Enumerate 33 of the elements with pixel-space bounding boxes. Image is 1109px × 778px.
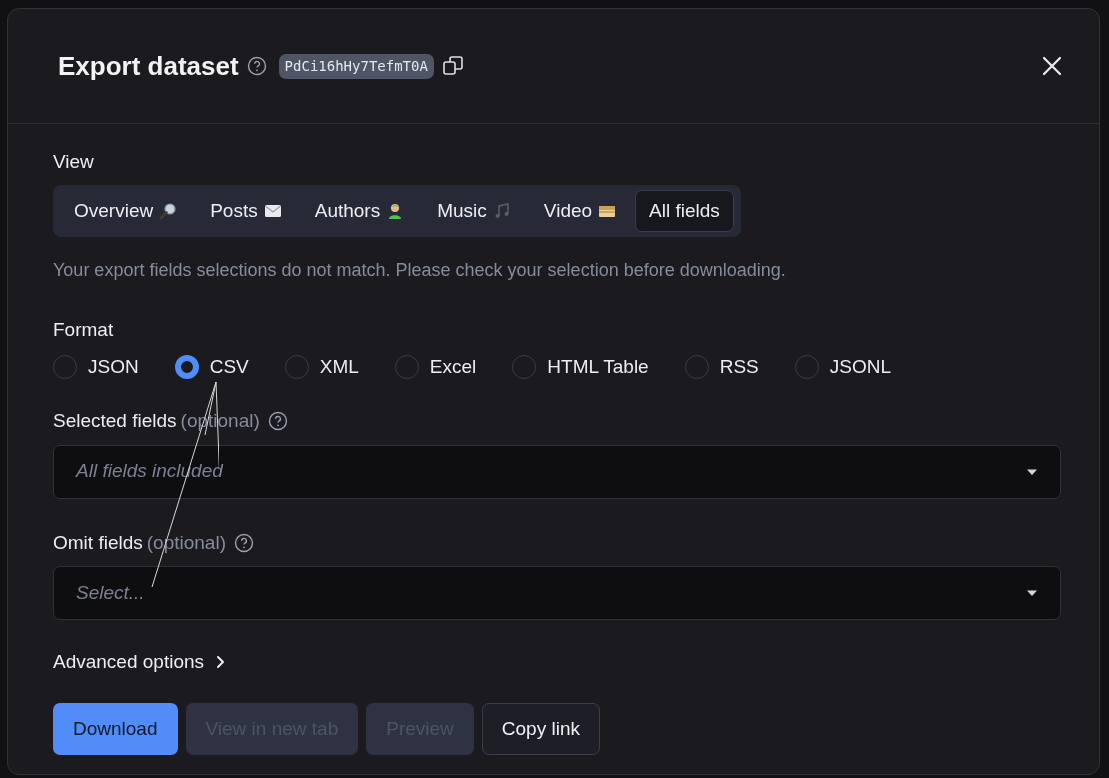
format-radio-option[interactable]: XML <box>284 352 359 381</box>
dataset-id-badge: PdCi16hHy7TefmT0A <box>278 53 434 79</box>
magnifier-icon <box>158 201 179 220</box>
dialog-title: Export dataset <box>58 49 239 83</box>
format-radio-option[interactable]: Excel <box>394 352 477 381</box>
view-tab[interactable]: Video <box>529 189 632 232</box>
help-icon[interactable] <box>267 411 288 432</box>
format-radio-option[interactable]: HTML Table <box>512 352 649 381</box>
view-tab[interactable]: Authors <box>300 189 420 232</box>
radio-button[interactable] <box>174 354 199 379</box>
view-tab[interactable]: All fields <box>635 189 734 232</box>
select-field[interactable]: Select... <box>53 566 1061 620</box>
help-icon[interactable] <box>246 56 267 76</box>
format-radio-option[interactable]: RSS <box>684 352 759 381</box>
format-radio-option[interactable]: CSV <box>174 352 249 381</box>
dropdown-caret-icon <box>1026 467 1038 476</box>
action-button[interactable]: Download <box>53 702 178 755</box>
help-icon[interactable] <box>233 532 254 553</box>
view-tab[interactable]: Posts <box>196 189 297 232</box>
warning-message: Your export fields selections do not match. Please check your selection before downloading. <box>53 259 787 282</box>
view-tab[interactable]: Music <box>423 189 526 232</box>
format-label: Format <box>53 318 115 342</box>
format-radio-option[interactable]: JSON <box>53 352 139 381</box>
dropdown-caret-icon <box>1026 589 1038 597</box>
field-label: Selected fields <box>53 409 177 433</box>
action-button[interactable]: Copy link <box>481 702 600 755</box>
copy-icon[interactable] <box>441 55 464 77</box>
view-tab[interactable]: Overview <box>60 189 193 232</box>
field-label: Omit fields <box>53 530 143 555</box>
advanced-options-toggle[interactable]: Advanced options <box>53 648 205 677</box>
view-label: View <box>53 150 95 174</box>
close-icon[interactable] <box>1041 55 1063 77</box>
format-radio-option[interactable]: JSONL <box>794 352 891 381</box>
